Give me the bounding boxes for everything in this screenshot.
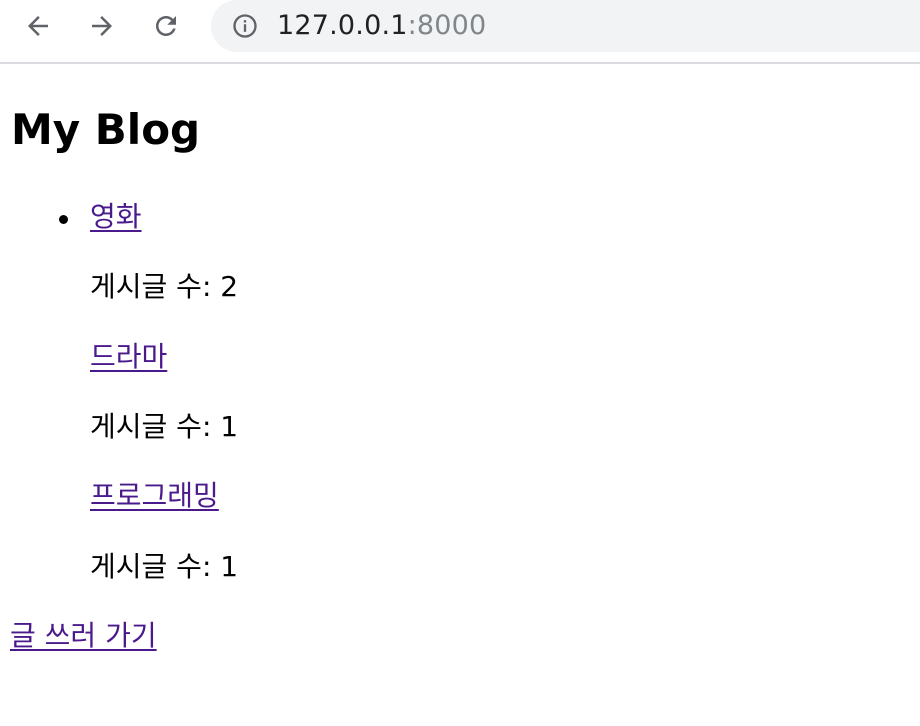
reload-icon	[156, 15, 176, 36]
forward-arrow-icon	[92, 16, 112, 36]
list-bullet	[59, 215, 68, 224]
browser-toolbar: 127.0.0.1:8000	[0, 0, 920, 64]
url-host: 127.0.0.1	[277, 10, 408, 41]
category-post-count: 게시글 수: 1	[90, 410, 239, 443]
url-port: :8000	[407, 10, 487, 41]
back-arrow-icon	[28, 16, 48, 36]
forward-button[interactable]	[82, 6, 122, 46]
page-title: My Blog	[11, 105, 201, 154]
category-link-movie[interactable]: 영화	[90, 199, 142, 235]
category-link-drama[interactable]: 드라마	[90, 339, 167, 375]
url-text[interactable]: 127.0.0.1:8000	[277, 9, 486, 43]
category-post-count: 게시글 수: 2	[90, 270, 239, 303]
info-icon[interactable]	[231, 12, 259, 40]
back-button[interactable]	[18, 6, 58, 46]
reload-button[interactable]	[146, 6, 186, 46]
address-bar[interactable]: 127.0.0.1:8000	[211, 0, 920, 52]
write-post-link[interactable]: 글 쓰러 가기	[10, 618, 157, 654]
category-post-count: 게시글 수: 1	[90, 550, 239, 583]
category-link-programming[interactable]: 프로그래밍	[90, 478, 219, 514]
